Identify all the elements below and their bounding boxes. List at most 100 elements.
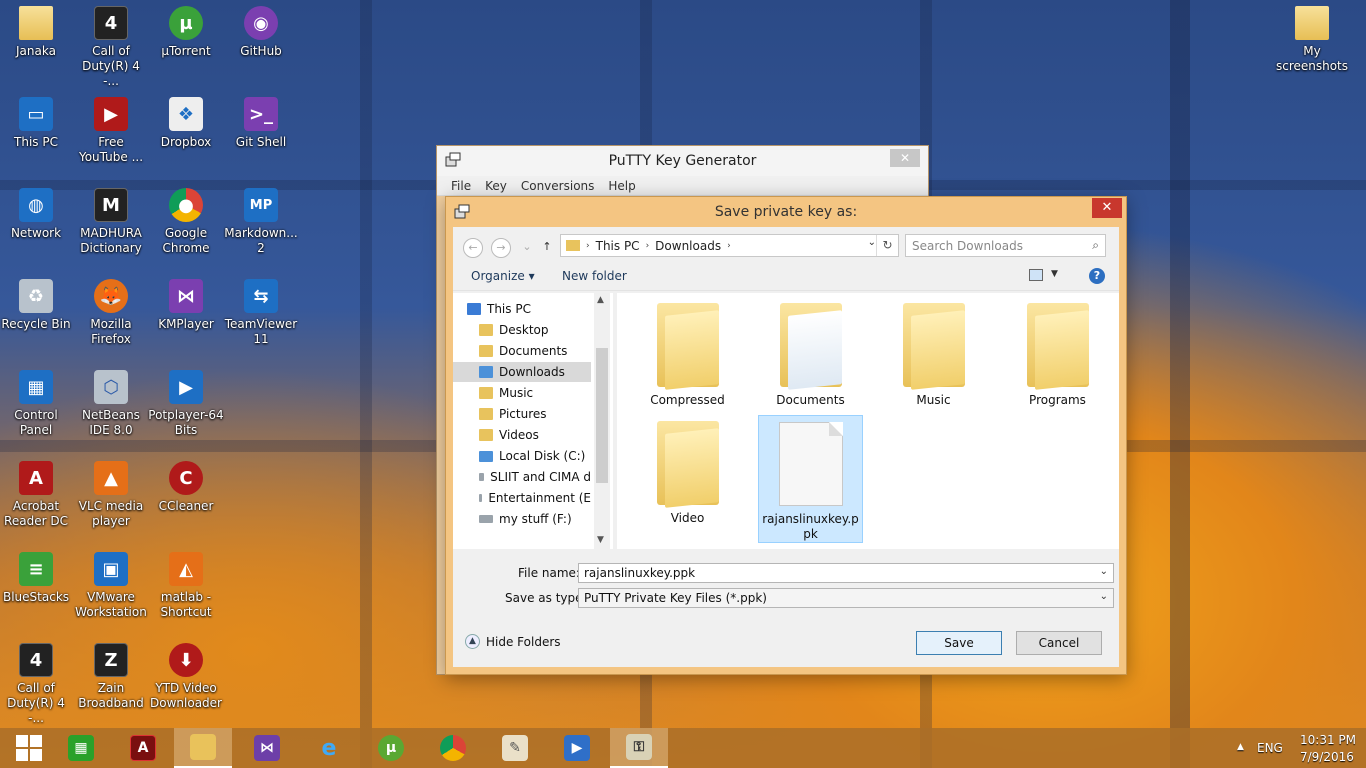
nav-item-downloads[interactable]: Downloads bbox=[453, 362, 591, 382]
desktop-icon-bluestacks[interactable]: ≡ BlueStacks bbox=[0, 552, 74, 605]
taskbar-acrobat[interactable]: A bbox=[114, 728, 172, 768]
desktop-icon-chrome[interactable]: ● Google Chrome bbox=[148, 188, 224, 256]
desktop-icon-my-screenshots[interactable]: My screenshots bbox=[1274, 6, 1350, 74]
file-item-programs[interactable]: Programs bbox=[1005, 297, 1110, 425]
chevron-down-icon[interactable]: ▼ bbox=[1051, 269, 1058, 279]
file-item-compressed[interactable]: Compressed bbox=[635, 297, 740, 425]
taskbar-store[interactable]: ▦ bbox=[52, 728, 110, 768]
taskbar-kmplayer[interactable]: ⋈ bbox=[238, 728, 296, 768]
nav-item-drive-f[interactable]: my stuff (F:) bbox=[479, 509, 613, 529]
forward-button[interactable]: → bbox=[491, 238, 511, 258]
scrollbar-thumb[interactable] bbox=[596, 348, 608, 483]
desktop-icon-git-shell[interactable]: >_ Git Shell bbox=[223, 97, 299, 150]
nav-item-pictures[interactable]: Pictures bbox=[479, 404, 613, 424]
taskbar-utorrent[interactable]: µ bbox=[362, 728, 420, 768]
desktop-icon-vmware[interactable]: ▣ VMware Workstation bbox=[73, 552, 149, 620]
start-button[interactable] bbox=[0, 728, 58, 768]
nav-item-desktop[interactable]: Desktop bbox=[479, 320, 613, 340]
chevron-down-icon[interactable]: ⌄ bbox=[868, 237, 876, 248]
hide-folders-button[interactable]: ▲ Hide Folders bbox=[465, 634, 561, 649]
desktop-icon-call-of-duty[interactable]: 4 Call of Duty(R) 4 -... bbox=[73, 6, 149, 89]
desktop-icon-recycle-bin[interactable]: ♻ Recycle Bin bbox=[0, 279, 74, 332]
search-input[interactable]: Search Downloads ⌕ bbox=[905, 234, 1106, 257]
desktop-icon-github[interactable]: ◉ GitHub bbox=[223, 6, 299, 59]
desktop-icon-utorrent[interactable]: µ µTorrent bbox=[148, 6, 224, 59]
desktop-icon-control-panel[interactable]: ▦ Control Panel bbox=[0, 370, 74, 438]
address-bar[interactable]: › This PC › Downloads › ⌄ ↻ bbox=[560, 234, 899, 257]
desktop-icon-potplayer[interactable]: ▶ Potplayer-64 Bits bbox=[148, 370, 224, 438]
paint-icon: ✎ bbox=[502, 735, 528, 761]
folder-icon bbox=[479, 387, 493, 399]
taskbar-chrome[interactable] bbox=[424, 728, 482, 768]
desktop-icon-vlc[interactable]: ▲ VLC media player bbox=[73, 461, 149, 529]
breadcrumb-downloads[interactable]: Downloads bbox=[655, 239, 721, 253]
nav-pane-scrollbar[interactable]: ▲ ▼ bbox=[594, 293, 610, 549]
nav-item-drive-e[interactable]: Entertainment (E bbox=[479, 488, 591, 508]
desktop-icon-call-of-duty-2[interactable]: 4 Call of Duty(R) 4 -... bbox=[0, 643, 74, 726]
taskbar-puttygen[interactable]: ⚿ bbox=[610, 728, 668, 768]
taskbar-file-explorer[interactable] bbox=[174, 728, 232, 768]
desktop-icon-zain[interactable]: Z Zain Broadband bbox=[73, 643, 149, 711]
desktop-icon-network[interactable]: ◍ Network bbox=[0, 188, 74, 241]
taskbar-paint[interactable]: ✎ bbox=[486, 728, 544, 768]
desktop-icon-janaka[interactable]: Janaka bbox=[0, 6, 74, 59]
clock-date[interactable]: 7/9/2016 bbox=[1300, 750, 1354, 764]
taskbar-potplayer[interactable]: ▶ bbox=[548, 728, 606, 768]
chevron-down-icon[interactable]: ⌄ bbox=[1100, 566, 1108, 577]
menu-conversions[interactable]: Conversions bbox=[521, 179, 595, 193]
desktop-icon-free-youtube[interactable]: ▶ Free YouTube ... bbox=[73, 97, 149, 165]
scroll-up-icon[interactable]: ▲ bbox=[597, 295, 604, 305]
nav-item-documents[interactable]: Documents bbox=[479, 341, 613, 361]
nav-item-music[interactable]: Music bbox=[479, 383, 613, 403]
nav-item-videos[interactable]: Videos bbox=[479, 425, 613, 445]
menu-file[interactable]: File bbox=[451, 179, 471, 193]
menu-help[interactable]: Help bbox=[608, 179, 635, 193]
desktop-icon-madhura[interactable]: M MADHURA Dictionary bbox=[73, 188, 149, 256]
bluestacks-icon: ≡ bbox=[19, 552, 53, 586]
desktop-icon-netbeans[interactable]: ⬡ NetBeans IDE 8.0 bbox=[73, 370, 149, 438]
up-button[interactable]: ↑ bbox=[537, 238, 557, 258]
desktop-icon-matlab[interactable]: ◭ matlab - Shortcut bbox=[148, 552, 224, 620]
cancel-button[interactable]: Cancel bbox=[1016, 631, 1102, 655]
file-item-rajanslinuxkey[interactable]: rajanslinuxkey.ppk bbox=[758, 415, 863, 543]
ytd-icon: ⬇ bbox=[169, 643, 203, 677]
desktop-icon-dropbox[interactable]: ❖ Dropbox bbox=[148, 97, 224, 150]
change-view-icon[interactable] bbox=[1029, 269, 1043, 281]
desktop-icon-teamviewer[interactable]: ⇆ TeamViewer 11 bbox=[223, 279, 299, 347]
desktop-icon-ccleaner[interactable]: C CCleaner bbox=[148, 461, 224, 514]
help-icon[interactable]: ? bbox=[1089, 268, 1105, 284]
back-button[interactable]: ← bbox=[463, 238, 483, 258]
clock-time[interactable]: 10:31 PM bbox=[1300, 733, 1356, 747]
save-button[interactable]: Save bbox=[916, 631, 1002, 655]
file-item-documents[interactable]: Documents bbox=[758, 297, 863, 425]
folder-icon bbox=[1026, 303, 1089, 390]
putty-close-button[interactable]: ✕ bbox=[890, 149, 920, 167]
desktop-icon-acrobat[interactable]: A Acrobat Reader DC bbox=[0, 461, 74, 529]
taskbar-internet-explorer[interactable]: e bbox=[300, 728, 358, 768]
folder-icon bbox=[479, 429, 493, 441]
input-language[interactable]: ENG bbox=[1257, 741, 1283, 755]
nav-item-drive-d[interactable]: SLIIT and CIMA d bbox=[479, 467, 591, 487]
save-as-type-select[interactable]: PuTTY Private Key Files (*.ppk) ⌄ bbox=[578, 588, 1114, 608]
scroll-down-icon[interactable]: ▼ bbox=[597, 535, 604, 545]
desktop-icon-ytd[interactable]: ⬇ YTD Video Downloader bbox=[148, 643, 224, 711]
potplayer-icon: ▶ bbox=[169, 370, 203, 404]
desktop-icon-firefox[interactable]: 🦊 Mozilla Firefox bbox=[73, 279, 149, 347]
desktop-icon-this-pc[interactable]: ▭ This PC bbox=[0, 97, 74, 150]
new-folder-button[interactable]: New folder bbox=[562, 269, 627, 283]
file-name-field[interactable]: rajanslinuxkey.ppk ⌄ bbox=[578, 563, 1114, 583]
nav-item-this-pc[interactable]: This PC bbox=[467, 299, 613, 319]
organize-button[interactable]: Organize ▾ bbox=[471, 269, 535, 283]
menu-key[interactable]: Key bbox=[485, 179, 507, 193]
desktop-icon-markdownpad[interactable]: MP Markdown... 2 bbox=[223, 188, 299, 256]
nav-item-local-disk-c[interactable]: Local Disk (C:) bbox=[479, 446, 613, 466]
breadcrumb-this-pc[interactable]: This PC bbox=[596, 239, 640, 253]
file-item-video[interactable]: Video bbox=[635, 415, 740, 543]
recent-locations-button[interactable]: ⌄ bbox=[517, 238, 537, 258]
chevron-down-icon[interactable]: ⌄ bbox=[1100, 591, 1108, 602]
dialog-close-button[interactable]: ✕ bbox=[1092, 198, 1122, 218]
refresh-button[interactable]: ↻ bbox=[876, 235, 898, 256]
desktop-icon-kmplayer[interactable]: ⋈ KMPlayer bbox=[148, 279, 224, 332]
show-hidden-icons-arrow[interactable]: ▲ bbox=[1237, 742, 1244, 752]
file-item-music[interactable]: Music bbox=[881, 297, 986, 425]
